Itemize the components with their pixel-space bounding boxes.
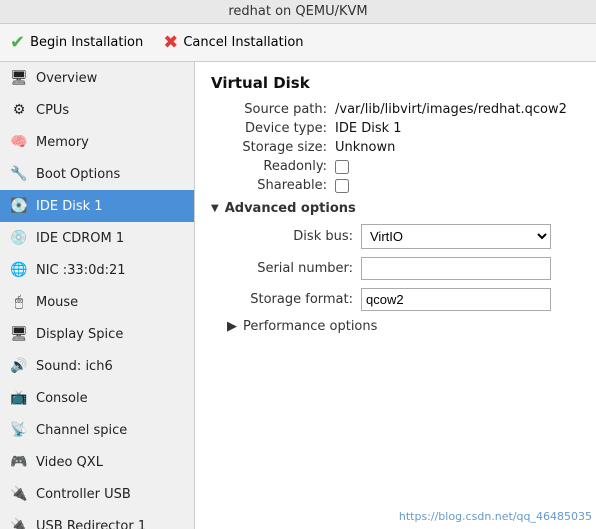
cancel-installation-button[interactable]: ✖ Cancel Installation	[163, 32, 303, 53]
console-icon: 📺	[8, 387, 30, 409]
readonly-label: Readonly:	[211, 159, 331, 174]
storage-format-input[interactable]	[361, 288, 551, 311]
advanced-toggle-triangle: ▼	[211, 203, 219, 214]
sidebar-label-controller-usb: Controller USB	[36, 487, 131, 502]
sound-ich6-icon: 🔊	[8, 355, 30, 377]
performance-options-toggle[interactable]: ▶ Performance options	[227, 319, 580, 334]
storage-format-value	[361, 288, 580, 311]
disk-bus-select[interactable]: VirtIOIDESCSIUSBSATA	[361, 224, 551, 249]
performance-options-label: Performance options	[243, 319, 377, 334]
disk-bus-label: Disk bus:	[227, 229, 357, 244]
storage-size-label: Storage size:	[211, 140, 331, 155]
memory-icon: 🧠	[8, 131, 30, 153]
sidebar-item-nic[interactable]: 🌐 NIC :33:0d:21	[0, 254, 194, 286]
sidebar-label-ide-cdrom-1: IDE CDROM 1	[36, 231, 124, 246]
source-path-label: Source path:	[211, 102, 331, 117]
cpus-icon: ⚙	[8, 99, 30, 121]
info-grid: Source path: /var/lib/libvirt/images/red…	[211, 102, 580, 193]
sidebar-item-overview[interactable]: 🖥 Overview	[0, 62, 194, 94]
sidebar-label-usb-redirector-1: USB Redirector 1	[36, 519, 146, 529]
toolbar: ✔ Begin Installation ✖ Cancel Installati…	[0, 24, 596, 62]
shareable-value	[335, 179, 580, 193]
watermark: https://blog.csdn.net/qq_46485035	[399, 510, 592, 523]
main-layout: 🖥 Overview ⚙ CPUs 🧠 Memory 🔧 Boot Options 💽 IDE D…	[0, 62, 596, 529]
sidebar-item-controller-usb[interactable]: 🔌 Controller USB	[0, 478, 194, 510]
overview-icon: 🖥	[8, 67, 30, 89]
sidebar-item-mouse[interactable]: 🖱 Mouse	[0, 286, 194, 318]
cancel-install-label: Cancel Installation	[183, 35, 303, 50]
advanced-options-grid: Disk bus: VirtIOIDESCSIUSBSATA Serial nu…	[227, 224, 580, 311]
shareable-label: Shareable:	[211, 178, 331, 193]
sidebar-label-ide-disk-1: IDE Disk 1	[36, 199, 103, 214]
sidebar-label-channel-spice: Channel spice	[36, 423, 127, 438]
disk-bus-value: VirtIOIDESCSIUSBSATA	[361, 224, 580, 249]
serial-number-label: Serial number:	[227, 261, 357, 276]
content-area: Virtual Disk Source path: /var/lib/libvi…	[195, 62, 596, 529]
source-path-value: /var/lib/libvirt/images/redhat.qcow2	[335, 102, 580, 117]
serial-number-value	[361, 257, 580, 280]
advanced-options-label: Advanced options	[225, 201, 356, 216]
sidebar-label-cpus: CPUs	[36, 103, 69, 118]
sidebar-item-video-qxl[interactable]: 🎮 Video QXL	[0, 446, 194, 478]
device-type-label: Device type:	[211, 121, 331, 136]
page-title: Virtual Disk	[211, 74, 580, 92]
sidebar-item-channel-spice[interactable]: 📡 Channel spice	[0, 414, 194, 446]
begin-install-label: Begin Installation	[30, 35, 143, 50]
perf-toggle-triangle: ▶	[227, 319, 237, 334]
sidebar-label-memory: Memory	[36, 135, 89, 150]
display-spice-icon: 🖥	[8, 323, 30, 345]
nic-icon: 🌐	[8, 259, 30, 281]
title-bar: redhat on QEMU/KVM	[0, 0, 596, 24]
channel-spice-icon: 📡	[8, 419, 30, 441]
readonly-checkbox[interactable]	[335, 160, 349, 174]
mouse-icon: 🖱	[8, 291, 30, 313]
readonly-value	[335, 160, 580, 174]
serial-number-input[interactable]	[361, 257, 551, 280]
sidebar-item-console[interactable]: 📺 Console	[0, 382, 194, 414]
device-type-value: IDE Disk 1	[335, 121, 580, 136]
sidebar-item-ide-cdrom-1[interactable]: 💿 IDE CDROM 1	[0, 222, 194, 254]
advanced-options-toggle[interactable]: ▼ Advanced options	[211, 201, 580, 216]
storage-format-label: Storage format:	[227, 292, 357, 307]
sidebar-item-display-spice[interactable]: 🖥 Display Spice	[0, 318, 194, 350]
sidebar-label-overview: Overview	[36, 71, 97, 86]
ide-disk-1-icon: 💽	[8, 195, 30, 217]
sidebar-label-console: Console	[36, 391, 88, 406]
x-icon: ✖	[163, 32, 178, 53]
check-icon: ✔	[10, 32, 25, 53]
boot-options-icon: 🔧	[8, 163, 30, 185]
sidebar-item-memory[interactable]: 🧠 Memory	[0, 126, 194, 158]
sidebar: 🖥 Overview ⚙ CPUs 🧠 Memory 🔧 Boot Options 💽 IDE D…	[0, 62, 195, 529]
begin-installation-button[interactable]: ✔ Begin Installation	[10, 32, 143, 53]
sidebar-item-usb-redirector-1[interactable]: 🔌USB Redirector 1	[0, 510, 194, 529]
sidebar-label-nic: NIC :33:0d:21	[36, 263, 126, 278]
storage-size-value: Unknown	[335, 140, 580, 155]
sidebar-item-boot-options[interactable]: 🔧 Boot Options	[0, 158, 194, 190]
video-qxl-icon: 🎮	[8, 451, 30, 473]
sidebar-item-sound-ich6[interactable]: 🔊 Sound: ich6	[0, 350, 194, 382]
sidebar-label-boot-options: Boot Options	[36, 167, 120, 182]
sidebar-label-mouse: Mouse	[36, 295, 78, 310]
ide-cdrom-1-icon: 💿	[8, 227, 30, 249]
sidebar-label-video-qxl: Video QXL	[36, 455, 103, 470]
sidebar-item-cpus[interactable]: ⚙ CPUs	[0, 94, 194, 126]
sidebar-label-sound-ich6: Sound: ich6	[36, 359, 113, 374]
sidebar-label-display-spice: Display Spice	[36, 327, 123, 342]
shareable-checkbox[interactable]	[335, 179, 349, 193]
controller-usb-icon: 🔌	[8, 483, 30, 505]
sidebar-item-ide-disk-1[interactable]: 💽 IDE Disk 1	[0, 190, 194, 222]
title-text: redhat on QEMU/KVM	[228, 4, 367, 19]
